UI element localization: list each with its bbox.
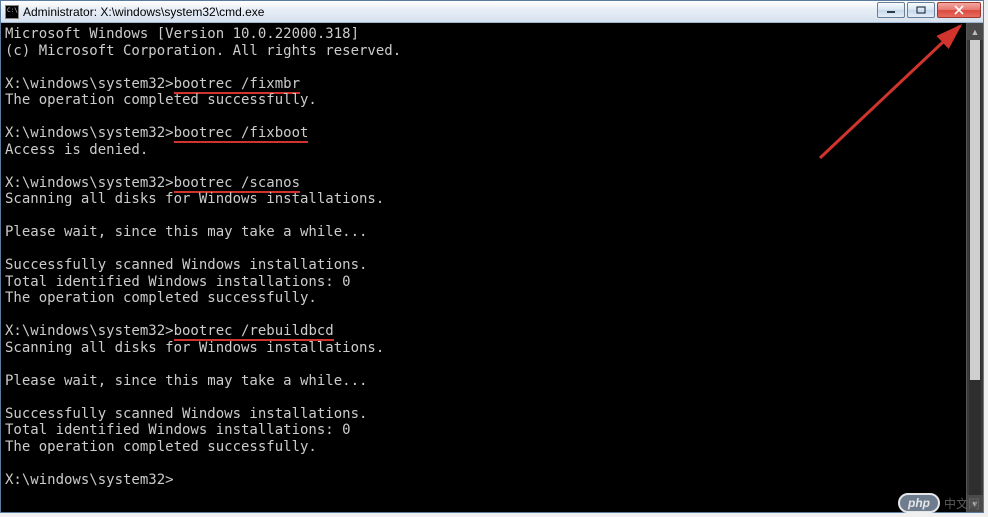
close-icon [953,5,965,15]
maximize-button[interactable] [907,2,935,18]
scroll-up-arrow[interactable]: ▲ [967,23,983,40]
watermark: php 中文网 [898,493,980,513]
window-controls [875,1,983,22]
cmd-window: Administrator: X:\windows\system32\cmd.e… [0,0,984,513]
vertical-scrollbar[interactable]: ▲ ▼ [966,23,983,512]
terminal-area: Microsoft Windows [Version 10.0.22000.31… [1,23,983,512]
minimize-button[interactable] [877,2,905,18]
maximize-icon [916,6,926,14]
close-button[interactable] [937,2,981,18]
scroll-thumb[interactable] [970,40,980,380]
terminal-output[interactable]: Microsoft Windows [Version 10.0.22000.31… [1,23,966,512]
title-bar[interactable]: Administrator: X:\windows\system32\cmd.e… [1,1,983,23]
minimize-icon [886,6,896,14]
watermark-text: 中文网 [944,495,980,512]
cmd-app-icon [5,5,19,19]
watermark-badge: php [898,493,940,513]
window-title: Administrator: X:\windows\system32\cmd.e… [23,5,264,19]
